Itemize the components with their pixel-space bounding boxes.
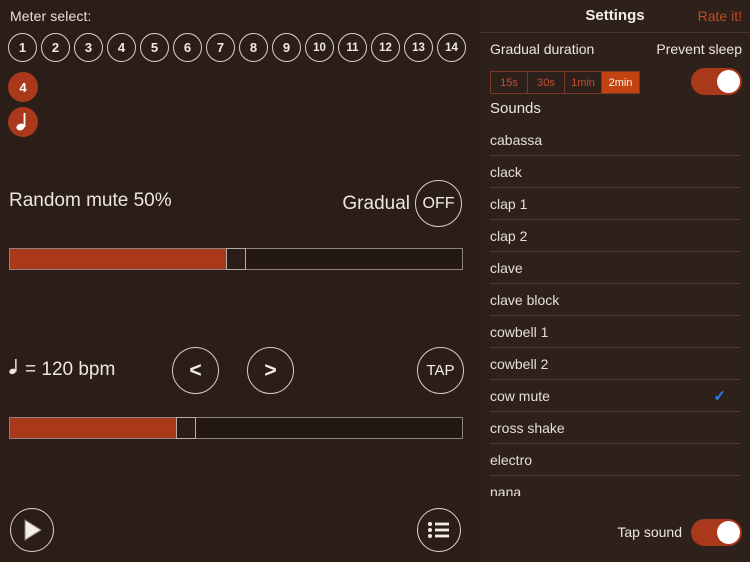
rate-it-link[interactable]: Rate it! [698,8,742,24]
prevent-sleep-toggle-knob [717,70,740,93]
sound-name: clap 1 [490,196,527,212]
song-list-button[interactable] [417,508,461,552]
metronome-panel: Meter select: 1234567891011121314 4 Rand… [0,0,480,562]
sound-name: cow mute [490,388,550,404]
play-icon [22,519,42,541]
tempo-increase-button[interactable]: > [247,347,294,394]
header-divider [480,32,750,33]
sound-name: clap 2 [490,228,527,244]
meter-option-10[interactable]: 10 [305,33,334,62]
meter-option-14[interactable]: 14 [437,33,466,62]
random-mute-slider[interactable] [9,248,463,270]
sound-list-item[interactable]: cow mute ✓ [490,380,740,412]
sounds-header: Sounds [490,100,541,117]
tempo-slider[interactable] [9,417,463,439]
sound-list-item[interactable]: clave block [490,284,740,316]
meter-option-2[interactable]: 2 [41,33,70,62]
meter-option-11[interactable]: 11 [338,33,367,62]
sound-list-item[interactable]: cabassa [490,124,740,156]
sound-list-item[interactable]: cowbell 1 [490,316,740,348]
meter-option-5[interactable]: 5 [140,33,169,62]
tap-sound-toggle-knob [717,521,740,544]
duration-option-1min[interactable]: 1min [565,72,602,93]
gradual-control: Gradual OFF [342,180,462,227]
sound-list-item[interactable]: nana [490,476,740,496]
sound-name: clack [490,164,522,180]
gradual-duration-segmented-control[interactable]: 15s30s1min2min [490,71,640,94]
meter-option-13[interactable]: 13 [404,33,433,62]
gradual-duration-label: Gradual duration [490,41,594,57]
sound-name: cowbell 2 [490,356,548,372]
random-mute-label: Random mute 50% [9,190,172,212]
meter-option-1[interactable]: 1 [8,33,37,62]
settings-panel: Settings Rate it! Gradual duration Preve… [480,0,750,562]
sound-list-item[interactable]: clap 1 [490,188,740,220]
prevent-sleep-label: Prevent sleep [656,41,742,57]
sound-list-item[interactable]: electro [490,444,740,476]
meter-select-label: Meter select: [10,8,91,24]
quarter-note-icon[interactable] [8,107,38,137]
sound-name: cowbell 1 [490,324,548,340]
meter-signature-badges: 4 [8,72,38,137]
meter-option-12[interactable]: 12 [371,33,400,62]
sound-name: nana [490,484,521,497]
sounds-list[interactable]: cabassa clack clap 1 clap 2 clave clave block… [490,124,740,496]
app-root: Meter select: 1234567891011121314 4 Rand… [0,0,750,562]
gradual-label: Gradual [342,193,410,215]
play-button[interactable] [10,508,54,552]
random-mute-slider-fill [10,249,236,269]
tempo-decrease-button[interactable]: < [172,347,219,394]
gradual-toggle-button[interactable]: OFF [415,180,462,227]
duration-option-2min[interactable]: 2min [602,72,639,93]
sound-name: clave [490,260,523,276]
sound-list-item[interactable]: cross shake [490,412,740,444]
meter-option-3[interactable]: 3 [74,33,103,62]
quarter-note-icon [9,358,20,382]
sound-list-item[interactable]: cowbell 2 [490,348,740,380]
tap-tempo-button[interactable]: TAP [417,347,464,394]
duration-option-30s[interactable]: 30s [528,72,565,93]
tempo-value-text: = 120 bpm [25,359,115,381]
meter-option-8[interactable]: 8 [239,33,268,62]
tap-sound-label: Tap sound [617,524,682,540]
meter-option-9[interactable]: 9 [272,33,301,62]
tempo-display: = 120 bpm [9,358,115,382]
random-mute-slider-knob[interactable] [226,248,246,270]
duration-option-15s[interactable]: 15s [491,72,528,93]
sound-list-item[interactable]: clap 2 [490,220,740,252]
sound-list-item[interactable]: clack [490,156,740,188]
beats-per-bar-badge[interactable]: 4 [8,72,38,102]
meter-option-4[interactable]: 4 [107,33,136,62]
sound-list-item[interactable]: clave [490,252,740,284]
meter-option-7[interactable]: 7 [206,33,235,62]
checkmark-icon: ✓ [713,387,726,405]
sound-name: cross shake [490,420,565,436]
meter-option-6[interactable]: 6 [173,33,202,62]
tempo-slider-knob[interactable] [176,417,196,439]
prevent-sleep-toggle[interactable] [691,68,742,95]
tap-sound-toggle[interactable] [691,519,742,546]
tempo-slider-fill [10,418,186,438]
sound-name: cabassa [490,132,542,148]
meter-select-row: 1234567891011121314 [8,33,466,62]
list-icon [427,520,451,540]
sound-name: clave block [490,292,559,308]
sound-name: electro [490,452,532,468]
